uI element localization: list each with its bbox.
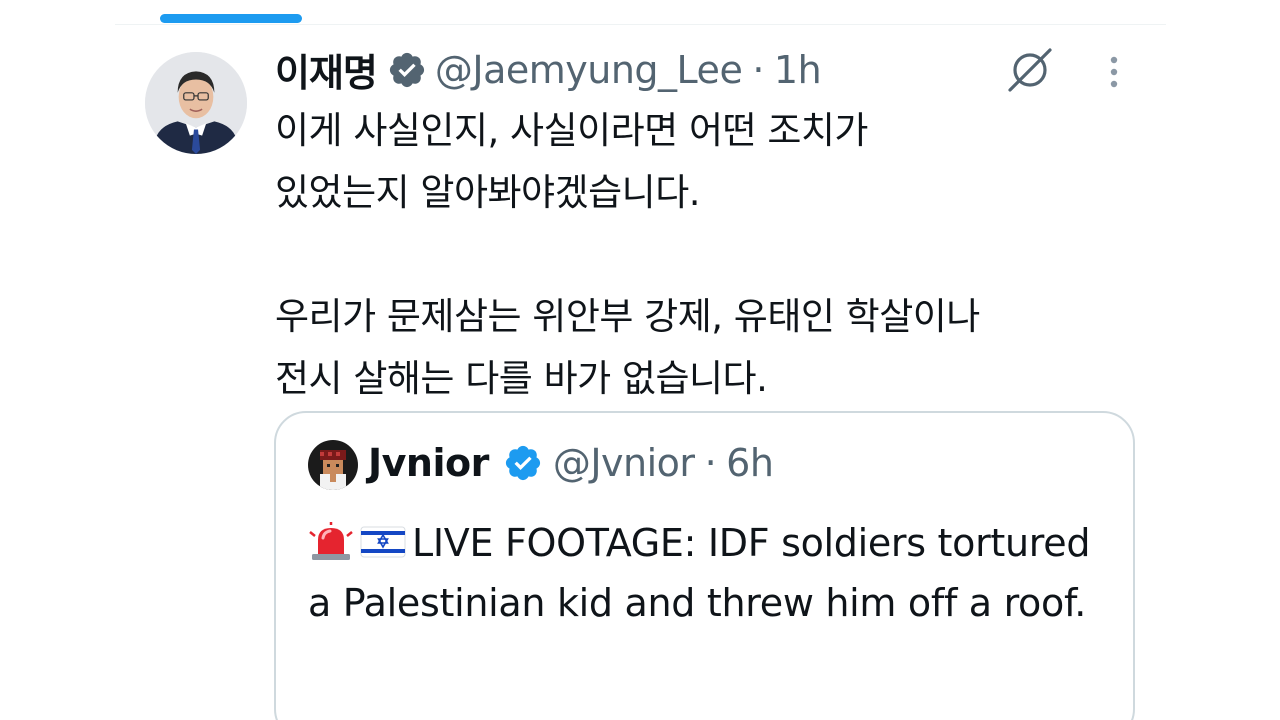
author-name[interactable]: 이재명: [275, 42, 378, 97]
tweet-timestamp[interactable]: 1h: [774, 48, 822, 92]
tweet-text: 이게 사실인지, 사실이라면 어떤 조치가 있었는지 알아봐야겠습니다. 우리가…: [275, 109, 980, 400]
tweet-detail-view: 이재명 @Jaemyung_Lee · 1h 이게 사실인지, 사실이라면 어떤…: [0, 0, 1280, 720]
israel-flag-emoji: [360, 522, 406, 562]
quoted-author-avatar[interactable]: [308, 440, 358, 490]
quoted-tweet-text: LIVE FOOTAGE: IDF soldiers tortured a Pa…: [308, 521, 1091, 625]
grok-icon[interactable]: [1004, 46, 1056, 94]
tweet-header: 이재명 @Jaemyung_Lee · 1h: [275, 42, 822, 97]
quoted-author-handle[interactable]: @Jvnior: [553, 441, 695, 485]
author-handle[interactable]: @Jaemyung_Lee: [435, 48, 743, 92]
quoted-tweet-header: Jvnior @Jvnior · 6h: [368, 441, 774, 485]
divider: [115, 24, 1166, 25]
quoted-tweet-timestamp[interactable]: 6h: [726, 441, 774, 485]
active-tab-indicator: [160, 14, 302, 23]
quoted-tweet-card[interactable]: Jvnior @Jvnior · 6h LIVE FOOTAGE: IDF so…: [274, 411, 1135, 720]
quoted-tweet-text-block: LIVE FOOTAGE: IDF soldiers tortured a Pa…: [308, 513, 1108, 633]
more-vertical-icon[interactable]: [1100, 55, 1128, 89]
separator-dot: ·: [704, 441, 717, 485]
verified-badge-icon[interactable]: [503, 443, 543, 483]
police-light-emoji: [308, 522, 354, 562]
verified-badge-icon[interactable]: [387, 50, 427, 90]
separator-dot: ·: [752, 47, 764, 92]
author-avatar[interactable]: [145, 52, 247, 154]
quoted-author-name[interactable]: Jvnior: [368, 441, 489, 485]
